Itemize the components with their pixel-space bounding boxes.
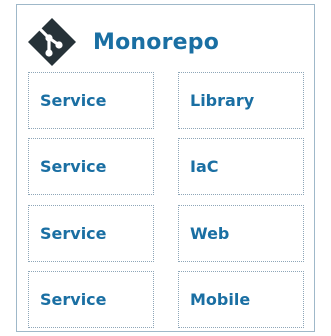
package-box-web: Web xyxy=(178,205,304,262)
package-box-iac: IaC xyxy=(178,138,304,195)
package-box-library: Library xyxy=(178,72,304,129)
package-box-service: Service xyxy=(28,205,154,262)
header: Monorepo xyxy=(27,13,219,71)
package-box-mobile: Mobile xyxy=(178,271,304,328)
monorepo-container: Monorepo Service Library Service IaC Ser… xyxy=(16,4,315,332)
package-grid: Service Library Service IaC Service Web … xyxy=(28,72,307,329)
package-box-service: Service xyxy=(28,138,154,195)
diagram-title: Monorepo xyxy=(93,29,220,55)
git-logo-icon xyxy=(28,18,76,66)
package-box-service: Service xyxy=(28,72,154,129)
package-box-service: Service xyxy=(28,271,154,328)
